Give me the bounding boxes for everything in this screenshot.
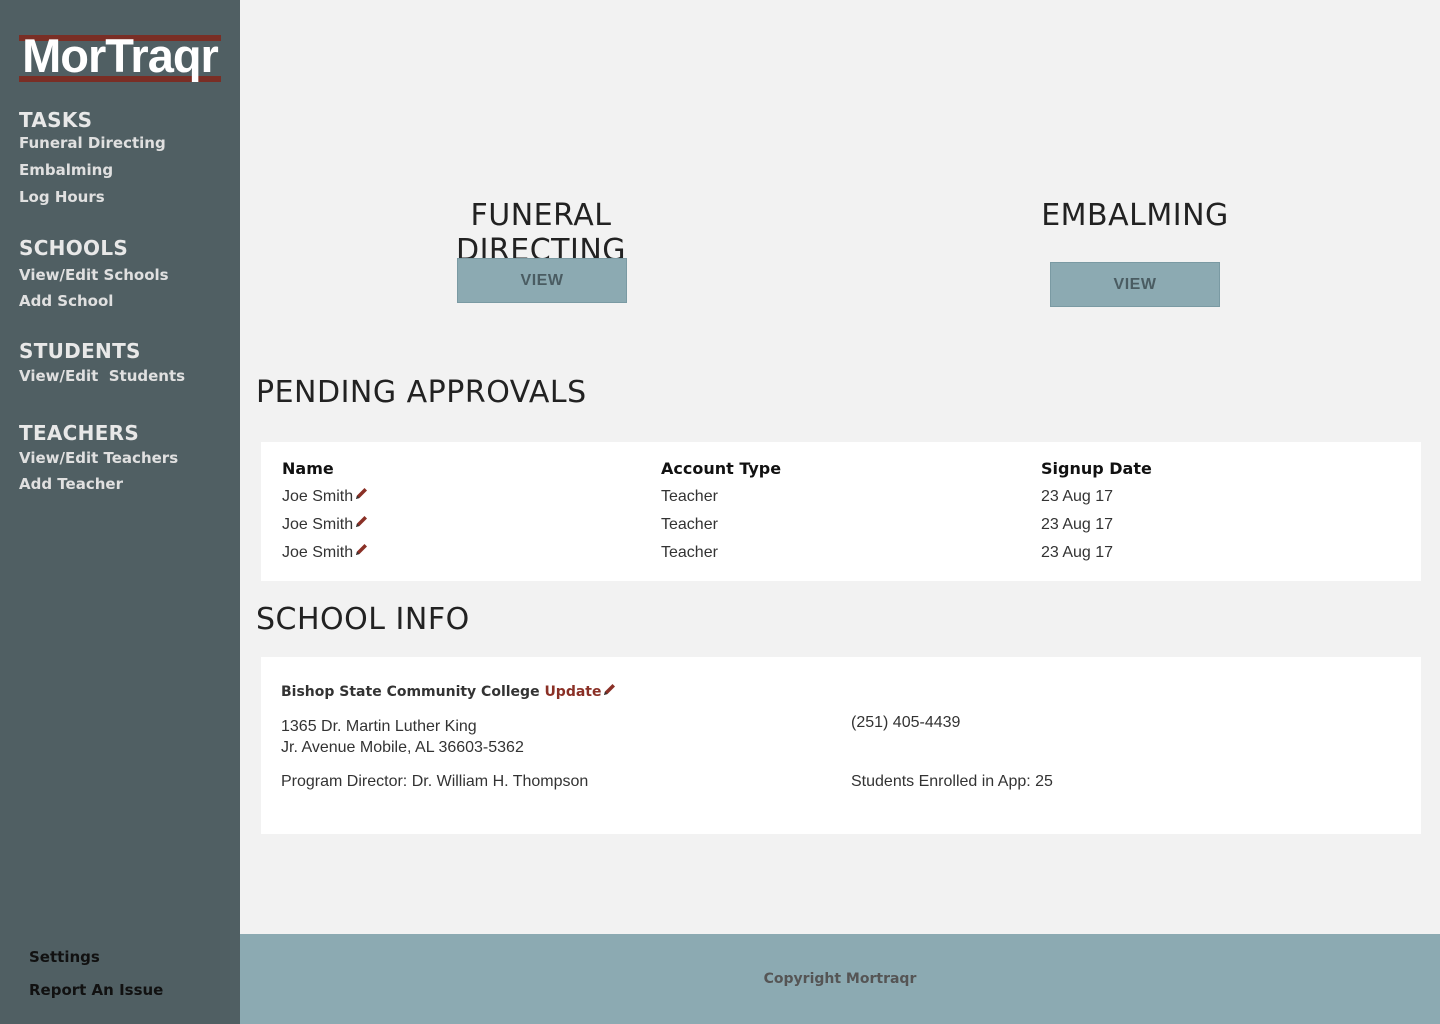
pending-approvals-table: Name Joe Smith Joe Smith Joe Smith Accou… [261,442,1421,581]
sidebar: MorTraqr TASKS Funeral Directing Embalmi… [0,0,240,1024]
school-name-row: Bishop State Community College Update [281,683,617,701]
embalming-view-button[interactable]: VIEW [1050,262,1220,307]
settings-link[interactable]: Settings [29,948,163,981]
name-cell: Joe Smith [282,544,354,562]
footer: Copyright Mortraqr [240,934,1440,1024]
nav-section-students: STUDENTS View/Edit Students [19,339,185,393]
signup-date-cell: 23 Aug 17 [1041,544,1114,561]
account-type-cell: Teacher [661,544,718,561]
pencil-icon [602,683,617,701]
students-enrolled: Students Enrolled in App: 25 [851,773,1053,790]
update-label: Update [544,684,602,700]
sidebar-item-view-edit-students[interactable]: View/Edit Students [19,367,185,393]
sidebar-item-add-school[interactable]: Add School [19,292,169,318]
address-line-2: Jr. Avenue Mobile, AL 36603-5362 [281,739,524,756]
column-header-name: Name [282,459,334,478]
address-line-1: 1365 Dr. Martin Luther King [281,718,477,735]
school-info-card: Bishop State Community College Update 13… [261,657,1421,834]
nav-section-tasks: TASKS Funeral Directing Embalming Log Ho… [19,108,166,215]
pencil-icon[interactable] [354,539,369,567]
funeral-directing-view-button[interactable]: VIEW [457,258,627,303]
copyright-text: Copyright Mortraqr [763,971,917,987]
signup-date-cell: 23 Aug 17 [1041,516,1114,533]
account-type-cell: Teacher [661,516,718,533]
program-director: Program Director: Dr. William H. Thompso… [281,773,589,790]
name-cell: Joe Smith [282,516,354,534]
signup-date-cell: 23 Aug 17 [1041,488,1114,505]
sidebar-item-log-hours[interactable]: Log Hours [19,188,166,215]
sidebar-item-funeral-directing[interactable]: Funeral Directing [19,134,166,161]
pending-approvals-title: PENDING APPROVALS [256,375,587,410]
sidebar-item-view-edit-schools[interactable]: View/Edit Schools [19,266,169,292]
school-name: Bishop State Community College [281,684,540,700]
nav-heading-tasks: TASKS [19,108,93,132]
update-school-link[interactable]: Update [544,684,617,700]
sidebar-bottom-links: Settings Report An Issue [29,948,163,1007]
nav-section-schools: SCHOOLS View/Edit Schools Add School [19,236,169,318]
sidebar-item-view-edit-teachers[interactable]: View/Edit Teachers [19,449,178,475]
school-address: 1365 Dr. Martin Luther King Jr. Avenue M… [281,716,524,758]
pencil-icon[interactable] [354,483,369,511]
name-cell: Joe Smith [282,488,354,506]
report-issue-link[interactable]: Report An Issue [29,981,163,1007]
column-header-signup-date: Signup Date [1041,459,1152,478]
table-row[interactable]: Joe Smith [282,483,369,511]
pencil-icon[interactable] [354,511,369,539]
embalming-title: EMBALMING [1041,198,1229,233]
logo-text: MorTraqr [22,29,219,82]
table-row[interactable]: Joe Smith [282,511,369,539]
nav-section-teachers: TEACHERS View/Edit Teachers Add Teacher [19,421,178,501]
sidebar-item-add-teacher[interactable]: Add Teacher [19,475,178,501]
table-row[interactable]: Joe Smith [282,539,369,567]
name-column: Name Joe Smith Joe Smith Joe Smith [282,455,369,567]
account-type-cell: Teacher [661,488,718,505]
signup-date-column: Signup Date 23 Aug 17 23 Aug 17 23 Aug 1… [1041,455,1152,567]
nav-heading-teachers: TEACHERS [19,421,140,445]
logo[interactable]: MorTraqr [19,29,221,84]
school-phone: (251) 405-4439 [851,714,961,731]
nav-heading-students: STUDENTS [19,339,141,363]
nav-heading-schools: SCHOOLS [19,236,129,260]
column-header-account-type: Account Type [661,459,782,478]
school-info-title: SCHOOL INFO [256,602,470,637]
account-type-column: Account Type Teacher Teacher Teacher [661,455,781,567]
sidebar-item-embalming[interactable]: Embalming [19,161,166,188]
